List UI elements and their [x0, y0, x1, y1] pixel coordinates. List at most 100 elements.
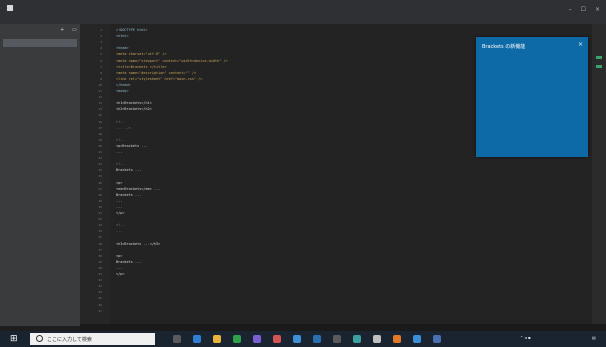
- line-number: 43: [98, 284, 102, 289]
- line-number: 12: [98, 95, 102, 100]
- code-line[interactable]: <p>: [116, 254, 122, 258]
- task-view-icon[interactable]: [173, 335, 181, 343]
- code-line[interactable]: <title>Brackets </title>: [116, 65, 167, 69]
- line-number: 41: [98, 272, 102, 276]
- code-line[interactable]: ...: [116, 205, 122, 209]
- edge-icon[interactable]: [193, 335, 201, 343]
- line-number: 46: [98, 302, 102, 307]
- line-number: 29: [98, 198, 102, 203]
- code-line[interactable]: Brackets ...: [116, 193, 141, 197]
- line-number: 21: [98, 150, 102, 154]
- line-number: 20: [98, 143, 102, 148]
- code-line[interactable]: ... -->: [116, 126, 131, 130]
- line-number: 16: [98, 119, 102, 124]
- taskbar-search[interactable]: ここに入力して検索: [30, 333, 155, 345]
- code-line[interactable]: <meta name="viewport" content="width=dev…: [116, 59, 228, 63]
- system-tray-icons[interactable]: ⌃ ◂ ▪: [520, 335, 531, 340]
- code-line[interactable]: </p>: [116, 272, 124, 276]
- chrome-icon[interactable]: [233, 335, 241, 343]
- code-line[interactable]: ...: [116, 266, 122, 270]
- line-number: 15: [98, 113, 102, 118]
- app-icon[interactable]: [313, 335, 321, 343]
- line-number: 28: [98, 192, 102, 197]
- working-file-item[interactable]: [3, 39, 77, 47]
- app-icon[interactable]: [293, 335, 301, 343]
- split-view-icon[interactable]: ▭: [72, 27, 77, 33]
- maximize-icon[interactable]: ☐: [581, 6, 586, 13]
- line-number: 37: [98, 247, 102, 252]
- status-bar: [80, 324, 606, 331]
- app-icon: [7, 5, 13, 11]
- notification-center-icon[interactable]: ▤: [592, 335, 596, 340]
- code-line[interactable]: <!DOCTYPE html>: [116, 28, 148, 32]
- line-number: 11: [98, 89, 102, 93]
- close-icon[interactable]: ×: [578, 41, 583, 48]
- line-number: 44: [98, 290, 102, 295]
- line-number: 1: [100, 28, 102, 32]
- vertical-scrollbar[interactable]: [592, 24, 606, 326]
- code-line[interactable]: <p>Brackets ...: [116, 144, 148, 148]
- code-line[interactable]: <!--: [116, 223, 124, 227]
- plus-icon[interactable]: +: [60, 27, 64, 33]
- line-number: 10: [98, 82, 102, 87]
- app-icon[interactable]: [333, 335, 341, 343]
- line-number: 23: [98, 162, 102, 167]
- code-line[interactable]: <meta name="description" content="" />: [116, 71, 196, 75]
- line-number: 13: [98, 101, 102, 106]
- windows-start-icon[interactable]: ⊞: [10, 334, 18, 344]
- windows-taskbar: ⊞ ここに入力して検索 ⌃ ◂ ▪ ▤: [0, 331, 606, 347]
- code-line[interactable]: Brackets ...: [116, 168, 141, 172]
- code-line[interactable]: Brackets ...: [116, 260, 141, 264]
- line-number: 7: [100, 64, 102, 69]
- code-line[interactable]: </head>: [116, 83, 131, 87]
- line-number: 32: [98, 217, 102, 222]
- explorer-icon[interactable]: [213, 335, 221, 343]
- code-line[interactable]: ...: [116, 229, 122, 233]
- code-line[interactable]: <head>: [116, 46, 129, 50]
- line-number: 38: [98, 253, 102, 258]
- line-number: 33: [98, 223, 102, 228]
- line-number: 35: [98, 235, 102, 240]
- app-icon[interactable]: [353, 335, 361, 343]
- app-icon[interactable]: [253, 335, 261, 343]
- code-line[interactable]: <h3>Brackets ...</h3>: [116, 242, 160, 246]
- line-number: 14: [98, 107, 102, 112]
- line-number: 24: [98, 168, 102, 173]
- scroll-marker: [596, 56, 602, 59]
- line-number: 4: [100, 46, 102, 51]
- line-number: 9: [100, 76, 102, 81]
- line-number: 39: [98, 259, 102, 264]
- app-icon[interactable]: [393, 335, 401, 343]
- code-line[interactable]: <!--: [116, 120, 124, 124]
- close-icon[interactable]: ×: [595, 6, 600, 13]
- code-line[interactable]: <body>: [116, 89, 129, 93]
- app-icon[interactable]: [373, 335, 381, 343]
- code-line[interactable]: <link rel="stylesheet" href="main.css" /…: [116, 77, 202, 81]
- line-number: 26: [98, 180, 102, 185]
- code-line[interactable]: <h2>Brackets</h2>: [116, 107, 152, 111]
- line-number: 8: [100, 70, 102, 75]
- minimize-icon[interactable]: –: [569, 6, 572, 13]
- code-line[interactable]: <p>: [116, 181, 122, 185]
- line-number: 27: [98, 186, 102, 191]
- code-line[interactable]: <!--: [116, 162, 124, 166]
- brackets-window: – ☐ × + ▭ 1 2 3 4 5 6 7 8 9 10 11 12 13 14 15 16 17 18 19 2…: [0, 0, 606, 347]
- code-line[interactable]: <h1>Brackets</h1>: [116, 101, 152, 105]
- line-number-gutter: 1 2 3 4 5 6 7 8 9 10 11 12 13 14 15 16 17 18 19 20 21 22 23 24 2…: [80, 24, 110, 326]
- line-number: 45: [98, 296, 102, 301]
- notification-title: Brackets の新機能: [482, 44, 526, 50]
- line-number: 25: [98, 174, 102, 179]
- line-number: 31: [98, 211, 102, 215]
- code-line[interactable]: </p>: [116, 211, 124, 215]
- app-icon[interactable]: [273, 335, 281, 343]
- code-line[interactable]: <em>Brackets</em> ...: [116, 187, 160, 191]
- app-icon[interactable]: [413, 335, 421, 343]
- code-line[interactable]: <html>: [116, 34, 129, 38]
- line-number: 5: [100, 52, 102, 57]
- code-line[interactable]: ...: [116, 150, 122, 154]
- code-line[interactable]: <meta charset="utf-8" />: [116, 52, 167, 56]
- line-number: 6: [100, 58, 102, 63]
- app-icon[interactable]: [433, 335, 441, 343]
- code-line[interactable]: <!--: [116, 138, 124, 142]
- code-line[interactable]: ...: [116, 199, 122, 203]
